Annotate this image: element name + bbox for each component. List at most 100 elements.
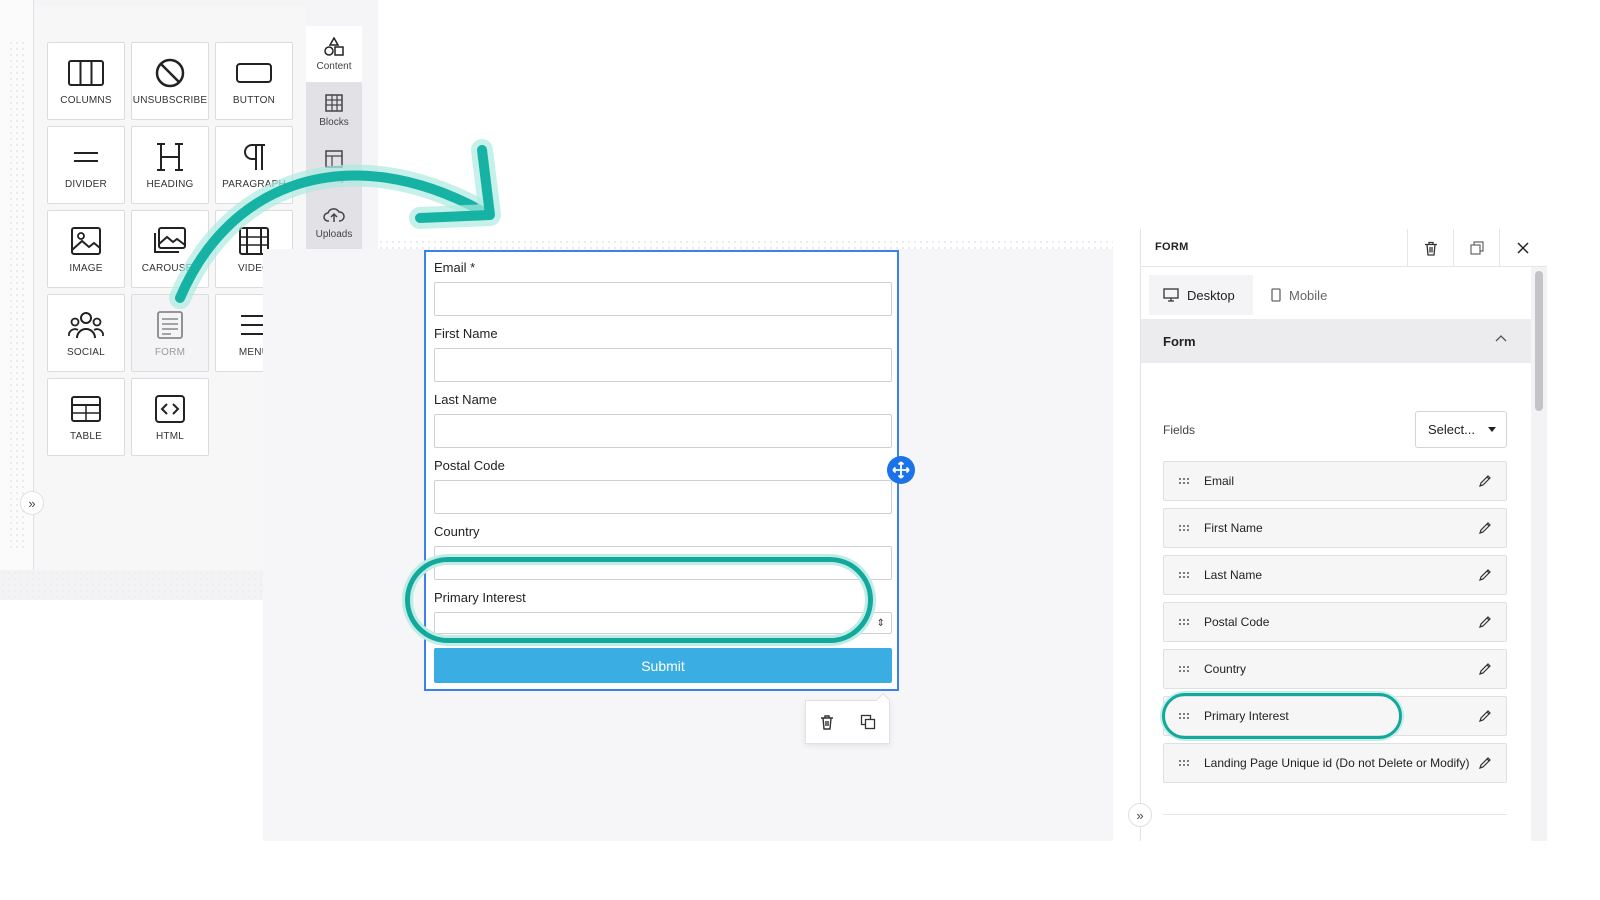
- tool-html[interactable]: HTML: [131, 378, 209, 456]
- pencil-icon[interactable]: [1478, 756, 1492, 773]
- tool-columns[interactable]: COLUMNS: [47, 42, 125, 120]
- divider-icon: [74, 151, 98, 162]
- device-tabs: Desktop Mobile: [1141, 267, 1531, 319]
- tool-label: TABLE: [70, 430, 102, 442]
- table-icon: [71, 395, 101, 422]
- tool-social[interactable]: SOCIAL: [47, 294, 125, 372]
- field-row[interactable]: Country: [1163, 649, 1507, 689]
- field-row-label: Postal Code: [1204, 615, 1270, 629]
- trash-icon: [1424, 241, 1437, 256]
- field-label-first-name: First Name: [434, 326, 498, 341]
- tool-label: HTML: [155, 430, 185, 442]
- primary-interest-row-highlight: [1162, 693, 1402, 739]
- pencil-icon[interactable]: [1478, 568, 1492, 585]
- delete-block-button[interactable]: [815, 710, 839, 734]
- field-row[interactable]: Email: [1163, 461, 1507, 501]
- field-row[interactable]: Postal Code: [1163, 602, 1507, 642]
- expand-panel-button[interactable]: »: [20, 491, 44, 515]
- double-chevron-right-icon: »: [1136, 807, 1144, 823]
- tab-mobile[interactable]: Mobile: [1257, 275, 1357, 315]
- field-label-postal-code: Postal Code: [434, 458, 505, 473]
- field-row-label: Landing Page Unique id (Do not Delete or…: [1204, 756, 1470, 770]
- pencil-icon[interactable]: [1478, 662, 1492, 679]
- drag-handle-icon[interactable]: [1164, 759, 1204, 767]
- scrollbar[interactable]: [1531, 267, 1547, 841]
- pencil-icon[interactable]: [1478, 474, 1492, 491]
- field-row[interactable]: Landing Page Unique id (Do not Delete or…: [1163, 743, 1507, 783]
- tab-label: Mobile: [1289, 287, 1328, 303]
- properties-header: FORM: [1141, 229, 1547, 267]
- drag-handle-icon[interactable]: [1164, 618, 1204, 626]
- tool-label: BUTTON: [232, 94, 276, 106]
- fields-select[interactable]: Select...: [1415, 411, 1507, 448]
- field-row-label: Email: [1204, 474, 1235, 488]
- last-name-input[interactable]: [434, 414, 892, 448]
- pencil-icon[interactable]: [1478, 521, 1492, 538]
- annotation-arrow: [169, 139, 501, 309]
- chevron-up-icon: [1495, 335, 1507, 342]
- expand-panel-button[interactable]: »: [1128, 803, 1152, 827]
- delete-button[interactable]: [1407, 229, 1453, 267]
- field-row-label: First Name: [1204, 521, 1263, 535]
- tool-label: FORM: [154, 346, 186, 358]
- field-row-label: Last Name: [1204, 568, 1263, 582]
- submit-button[interactable]: Submit: [434, 648, 892, 683]
- tool-image[interactable]: IMAGE: [47, 210, 125, 288]
- fields-label: Fields: [1163, 423, 1196, 437]
- tool-label: IMAGE: [69, 262, 103, 274]
- image-icon: [71, 226, 101, 255]
- section-title: Form: [1163, 333, 1196, 349]
- drag-handle-icon[interactable]: [1164, 524, 1204, 532]
- unsubscribe-icon: [155, 58, 185, 87]
- duplicate-block-button[interactable]: [856, 710, 880, 734]
- tool-button[interactable]: BUTTON: [215, 42, 293, 120]
- html-icon: [155, 394, 185, 423]
- tool-label: COLUMNS: [60, 94, 112, 106]
- first-name-input[interactable]: [434, 348, 892, 382]
- monitor-icon: [1163, 288, 1179, 302]
- close-button[interactable]: [1499, 229, 1545, 267]
- phone-icon: [1271, 288, 1281, 302]
- tool-divider[interactable]: DIVIDER: [47, 126, 125, 204]
- close-icon: [1516, 242, 1529, 254]
- move-handle[interactable]: [887, 456, 915, 484]
- select-value: Select...: [1428, 422, 1475, 437]
- tab-desktop[interactable]: Desktop: [1149, 275, 1253, 315]
- duplicate-icon: [861, 714, 876, 730]
- drag-handle-icon[interactable]: [1164, 665, 1204, 673]
- primary-interest-highlight: [405, 557, 873, 643]
- duplicate-button[interactable]: [1453, 229, 1499, 267]
- pencil-icon[interactable]: [1478, 615, 1492, 632]
- social-icon: [68, 311, 104, 338]
- tab-label: Content: [316, 60, 352, 72]
- move-icon: [892, 461, 910, 479]
- drag-handle-icon[interactable]: [1164, 477, 1204, 485]
- caret-down-icon: [1488, 427, 1496, 432]
- panel-title: FORM: [1155, 241, 1189, 253]
- divider: [1163, 814, 1507, 815]
- form-section-header[interactable]: Form: [1141, 319, 1531, 363]
- block-toolbar: [805, 692, 891, 744]
- tab-label: Desktop: [1187, 287, 1235, 303]
- duplicate-icon: [1469, 241, 1484, 255]
- shapes-icon: [324, 36, 344, 56]
- tab-content[interactable]: Content: [306, 26, 362, 82]
- tool-table[interactable]: TABLE: [47, 378, 125, 456]
- tool-unsubscribe[interactable]: UNSUBSCRIBE: [131, 42, 209, 120]
- field-row-label: Country: [1204, 662, 1247, 676]
- canvas-edge: [0, 0, 34, 570]
- drag-handle-icon[interactable]: [1164, 571, 1204, 579]
- properties-panel: FORM Desktop Mobile Form Fields Select..…: [1140, 229, 1547, 841]
- field-label-last-name: Last Name: [434, 392, 497, 407]
- field-row[interactable]: Last Name: [1163, 555, 1507, 595]
- field-row[interactable]: First Name: [1163, 508, 1507, 548]
- blocks-icon: [325, 93, 343, 112]
- button-icon: [236, 62, 272, 83]
- select-arrows-icon: ⇕: [876, 618, 885, 629]
- field-label-country: Country: [434, 524, 480, 539]
- tool-label: UNSUBSCRIBE: [132, 94, 208, 106]
- tool-label: DIVIDER: [65, 178, 107, 190]
- pencil-icon[interactable]: [1478, 709, 1492, 726]
- postal-code-input[interactable]: [434, 480, 892, 514]
- trash-icon: [820, 715, 833, 730]
